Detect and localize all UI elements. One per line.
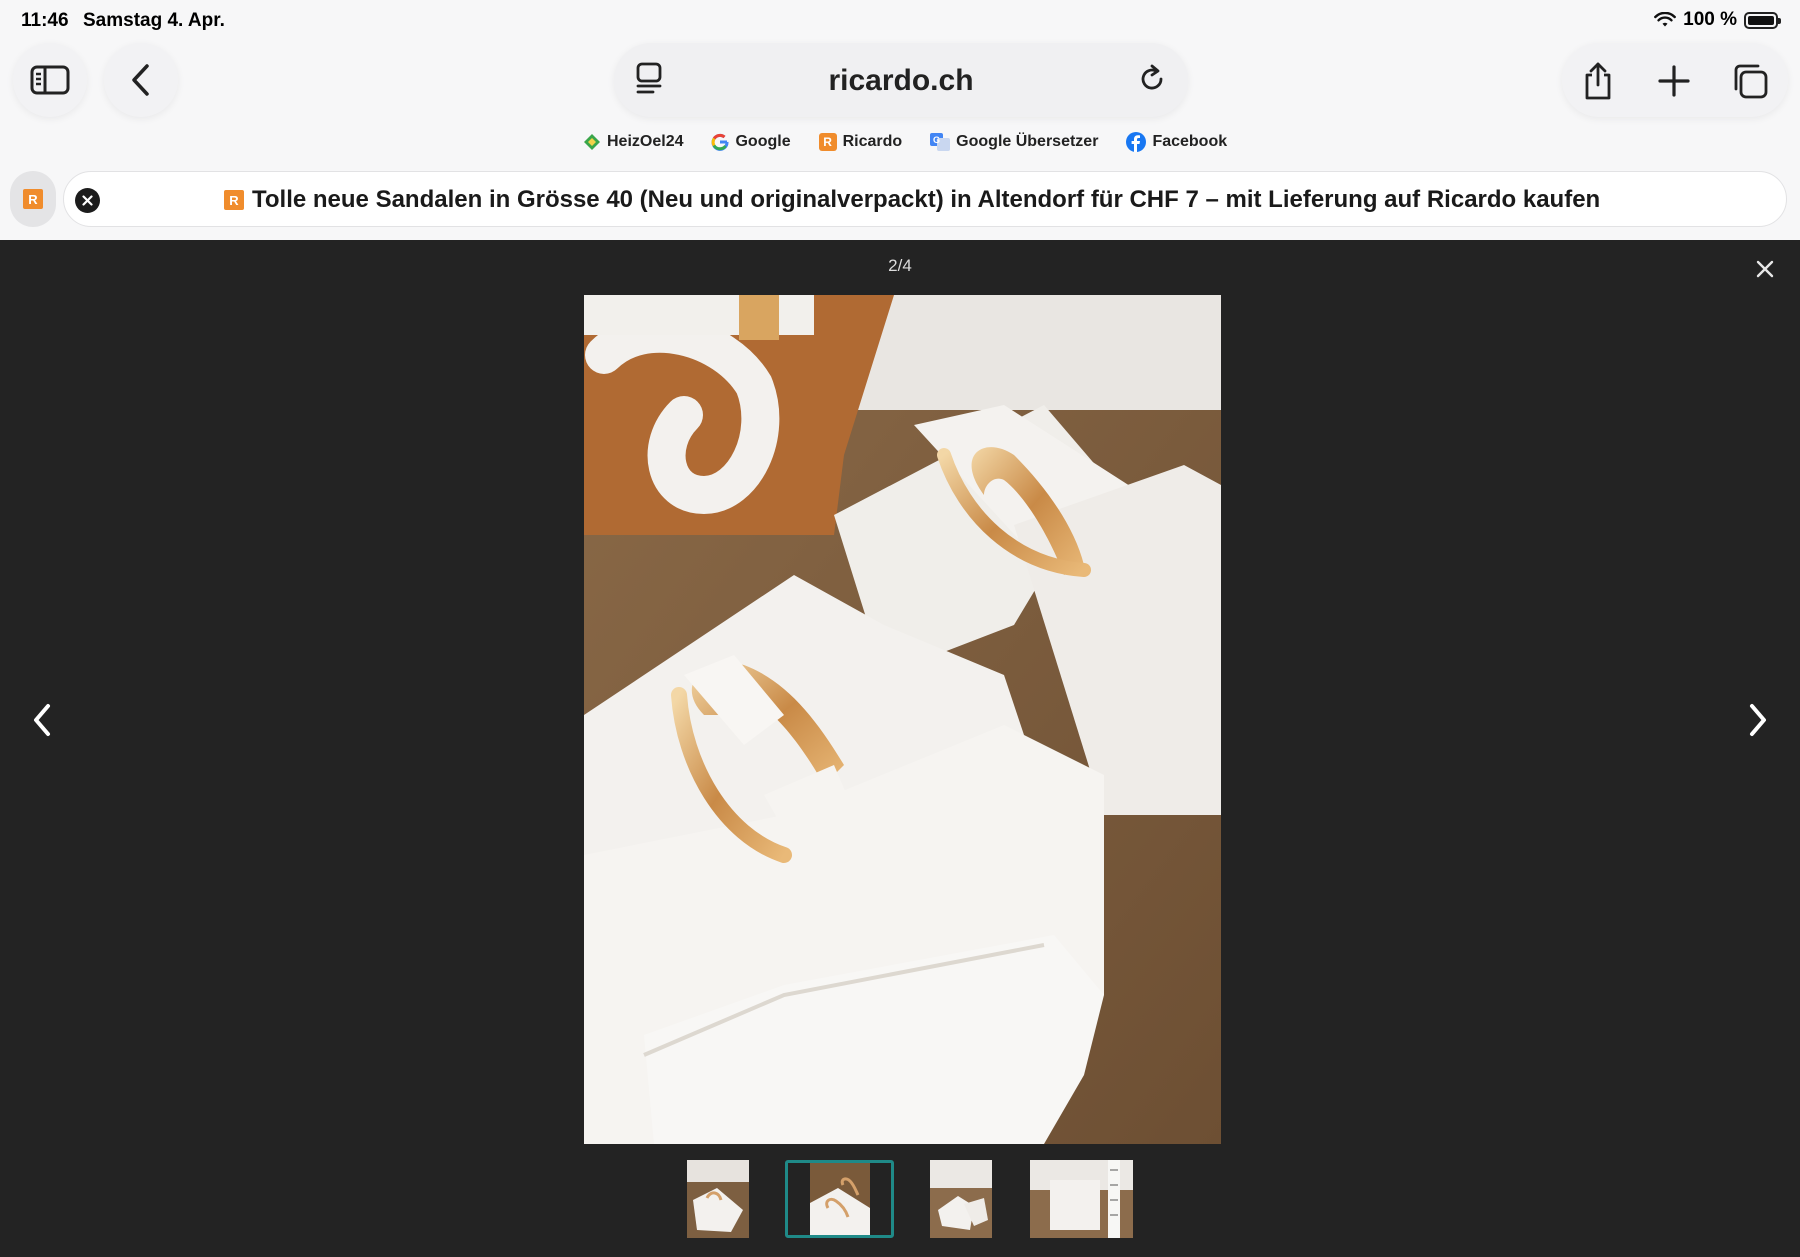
heizoel-icon bbox=[584, 134, 600, 150]
close-icon[interactable] bbox=[1756, 260, 1774, 278]
tab-title: R Tolle neue Sandalen in Grösse 40 (Neu … bbox=[224, 186, 1600, 214]
ricardo-icon: R bbox=[23, 189, 43, 209]
pinned-tab[interactable]: R bbox=[10, 171, 56, 227]
battery-icon bbox=[1744, 11, 1781, 29]
favorite-google[interactable]: Google bbox=[711, 132, 791, 152]
sidebar-icon bbox=[30, 65, 70, 95]
thumbnail-1[interactable] bbox=[687, 1160, 749, 1238]
status-bar: 11:46 Samstag 4. Apr. 100 % bbox=[0, 0, 1800, 38]
thumbnail-4[interactable] bbox=[1030, 1160, 1133, 1238]
close-icon bbox=[82, 195, 93, 206]
favorite-google-uebersetzer[interactable]: G Google Übersetzer bbox=[930, 132, 1098, 152]
facebook-icon bbox=[1126, 132, 1147, 152]
tabs-icon[interactable] bbox=[1730, 61, 1770, 101]
status-time: 11:46 bbox=[21, 10, 69, 31]
thumbnail-strip bbox=[0, 1160, 1800, 1240]
thumbnail-image bbox=[930, 1160, 992, 1238]
google-icon bbox=[712, 133, 729, 151]
wifi-icon bbox=[1654, 12, 1677, 27]
status-right: 100 % bbox=[1654, 9, 1781, 31]
thumbnail-image bbox=[1030, 1160, 1133, 1238]
thumbnail-2[interactable] bbox=[785, 1160, 894, 1238]
translate-icon: G bbox=[930, 133, 951, 151]
thumbnail-image bbox=[788, 1163, 891, 1235]
chevron-left-icon bbox=[132, 64, 149, 96]
address-domain[interactable]: ricardo.ch bbox=[614, 64, 1188, 98]
tab-title-text: Tolle neue Sandalen in Grösse 40 (Neu un… bbox=[252, 186, 1601, 213]
back-button[interactable] bbox=[104, 43, 178, 117]
status-date: Samstag 4. Apr. bbox=[83, 10, 225, 31]
image-viewer: 2/4 bbox=[0, 240, 1800, 1257]
reload-icon[interactable] bbox=[1134, 61, 1170, 97]
battery-percent: 100 % bbox=[1683, 9, 1737, 30]
active-tab[interactable]: R Tolle neue Sandalen in Grösse 40 (Neu … bbox=[63, 171, 1787, 227]
product-photo bbox=[584, 295, 1221, 1144]
toolbar-actions bbox=[1562, 43, 1788, 117]
favorite-facebook[interactable]: Facebook bbox=[1126, 132, 1227, 152]
thumbnail-3[interactable] bbox=[930, 1160, 992, 1238]
favorite-ricardo[interactable]: R Ricardo bbox=[818, 132, 902, 152]
address-bar[interactable]: ricardo.ch bbox=[614, 43, 1188, 117]
share-icon[interactable] bbox=[1580, 61, 1616, 101]
ricardo-icon: R bbox=[224, 190, 244, 210]
favorite-heizoel24[interactable]: HeizOel24 bbox=[583, 132, 683, 152]
chevron-right-icon[interactable] bbox=[1742, 698, 1772, 742]
chevron-left-icon[interactable] bbox=[28, 698, 58, 742]
tab-close-button[interactable] bbox=[75, 188, 100, 213]
image-counter: 2/4 bbox=[888, 256, 912, 275]
sandal-photo-image bbox=[584, 295, 1221, 1144]
favorites-bar: HeizOel24 Google R Ricardo G Google Über… bbox=[583, 132, 1227, 152]
thumbnail-image bbox=[687, 1160, 749, 1238]
plus-icon[interactable] bbox=[1656, 61, 1692, 101]
svg-text:G: G bbox=[933, 135, 940, 145]
sidebar-button[interactable] bbox=[13, 43, 87, 117]
ricardo-icon: R bbox=[818, 133, 837, 151]
